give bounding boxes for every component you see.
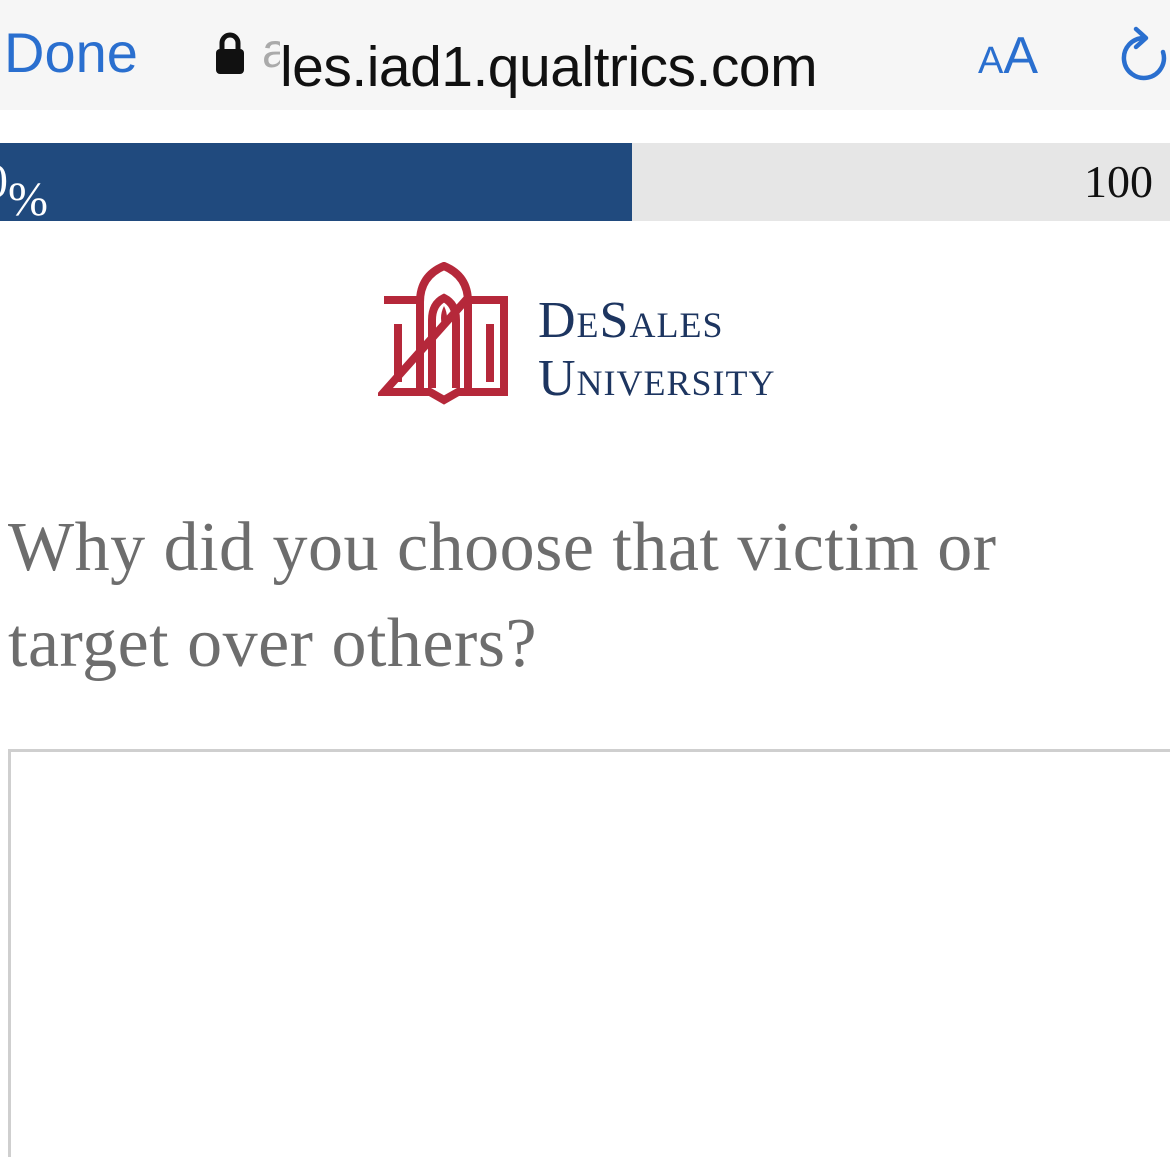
reload-icon[interactable] xyxy=(1118,26,1170,84)
url-host: les.iad1.qualtrics.com xyxy=(280,35,818,99)
progress-start-fragment: 0 xyxy=(0,149,8,215)
university-logo-icon xyxy=(378,262,508,405)
answer-textarea[interactable] xyxy=(8,749,1170,1157)
progress-end-label: 100 xyxy=(1084,156,1153,207)
logo-line-1: DeSales xyxy=(538,292,724,349)
progress-start-percent: % xyxy=(8,173,48,221)
done-button[interactable]: Done xyxy=(4,20,138,86)
text-size-button[interactable]: AA xyxy=(978,26,1038,86)
progress-start-label: 0% xyxy=(0,149,48,221)
survey-progress-bar: 0% 100 xyxy=(0,143,1170,221)
lock-icon xyxy=(216,32,244,74)
url-prefix-fragment: a xyxy=(262,25,280,78)
university-logo-text: DeSales University xyxy=(538,292,776,408)
question-text: Why did you choose that victim or target… xyxy=(8,509,997,682)
text-size-small-label: A xyxy=(978,40,1004,82)
address-bar-url[interactable]: ales.iad1.qualtrics.com xyxy=(262,18,818,101)
text-size-large-label: A xyxy=(1003,27,1039,85)
browser-toolbar: Done ales.iad1.qualtrics.com AA xyxy=(0,0,1170,110)
progress-fill xyxy=(0,143,632,221)
logo-line-2: University xyxy=(538,350,776,407)
